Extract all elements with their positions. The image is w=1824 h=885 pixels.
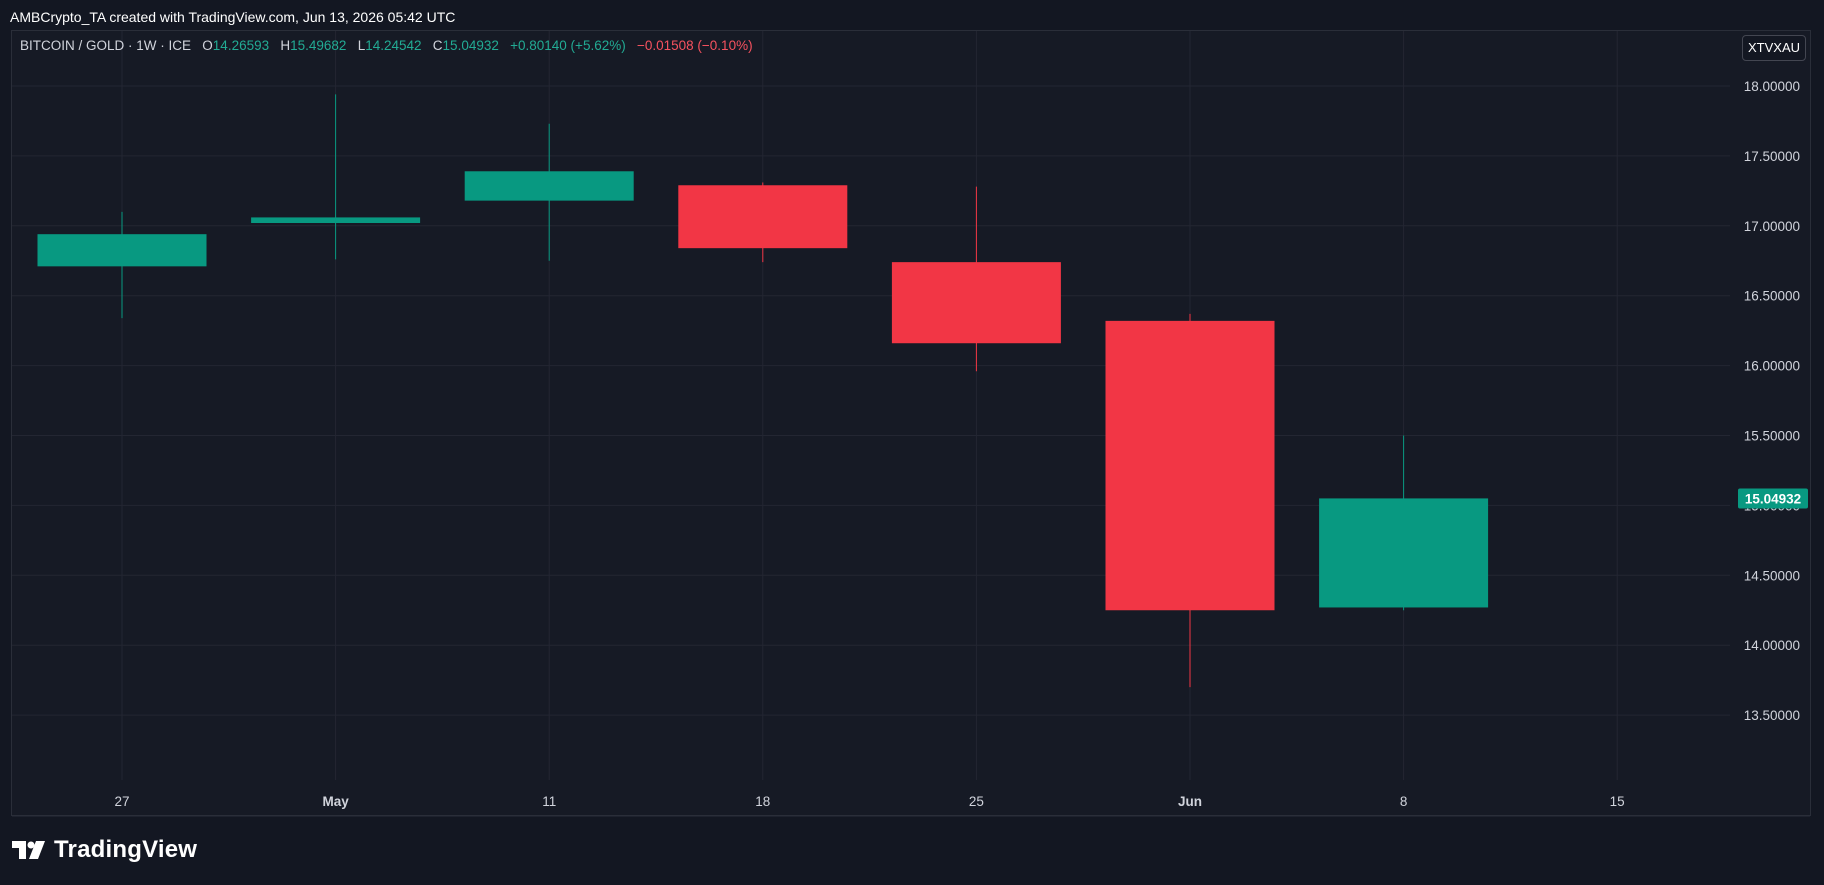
last-price-label: 15.04932	[1745, 492, 1801, 507]
candle-body	[891, 262, 1061, 344]
close-value: 15.04932	[442, 38, 499, 53]
high-value: 15.49682	[290, 38, 347, 53]
tradingview-logo[interactable]: TradingView	[12, 835, 197, 865]
candle-body	[678, 185, 848, 249]
symbol-description[interactable]: BITCOIN / GOLD · 1W · ICE	[20, 38, 191, 53]
tradingview-logo-icon	[12, 841, 45, 859]
x-tick-label: May	[322, 794, 349, 809]
open-value: 14.26593	[212, 38, 270, 53]
candle-body	[251, 217, 421, 224]
ohlc-legend: BITCOIN / GOLD · 1W · ICE O14.26593 H15.…	[20, 38, 753, 53]
high-label: H	[280, 38, 291, 53]
close-label: C	[432, 38, 443, 53]
candle-body	[464, 171, 634, 201]
x-tick-label: 15	[1610, 794, 1625, 809]
x-tick-label: Jun	[1178, 794, 1202, 809]
open-label: O	[202, 38, 213, 53]
x-tick-label: 11	[542, 794, 556, 809]
candle-body	[1105, 320, 1275, 611]
symbol-badge[interactable]: XTVXAU	[1742, 35, 1806, 61]
low-value: 14.24542	[365, 38, 422, 53]
y-tick-label: 14.50000	[1744, 568, 1800, 583]
y-tick-label: 13.50000	[1744, 708, 1800, 723]
y-tick-label: 15.50000	[1744, 429, 1800, 444]
x-tick-label: 18	[755, 794, 770, 809]
x-tick-label: 27	[114, 794, 129, 809]
brand-name: TradingView	[54, 836, 198, 863]
x-tick-label: 8	[1400, 794, 1408, 809]
candle-body	[37, 234, 207, 267]
y-tick-label: 18.00000	[1744, 79, 1800, 94]
candle-body	[1319, 498, 1489, 608]
extra-change-value: −0.01508 (−0.10%)	[636, 38, 753, 53]
y-tick-label: 17.00000	[1744, 219, 1800, 234]
change-value: +0.80140 (+5.62%)	[510, 38, 626, 53]
x-tick-label: 25	[969, 794, 984, 809]
y-tick-label: 16.00000	[1744, 359, 1800, 374]
candlestick-chart[interactable]: 13.5000014.0000014.5000015.0000015.50000…	[0, 0, 1824, 885]
y-tick-label: 16.50000	[1744, 289, 1800, 304]
y-tick-label: 14.00000	[1744, 638, 1800, 653]
y-tick-label: 17.50000	[1744, 149, 1800, 164]
